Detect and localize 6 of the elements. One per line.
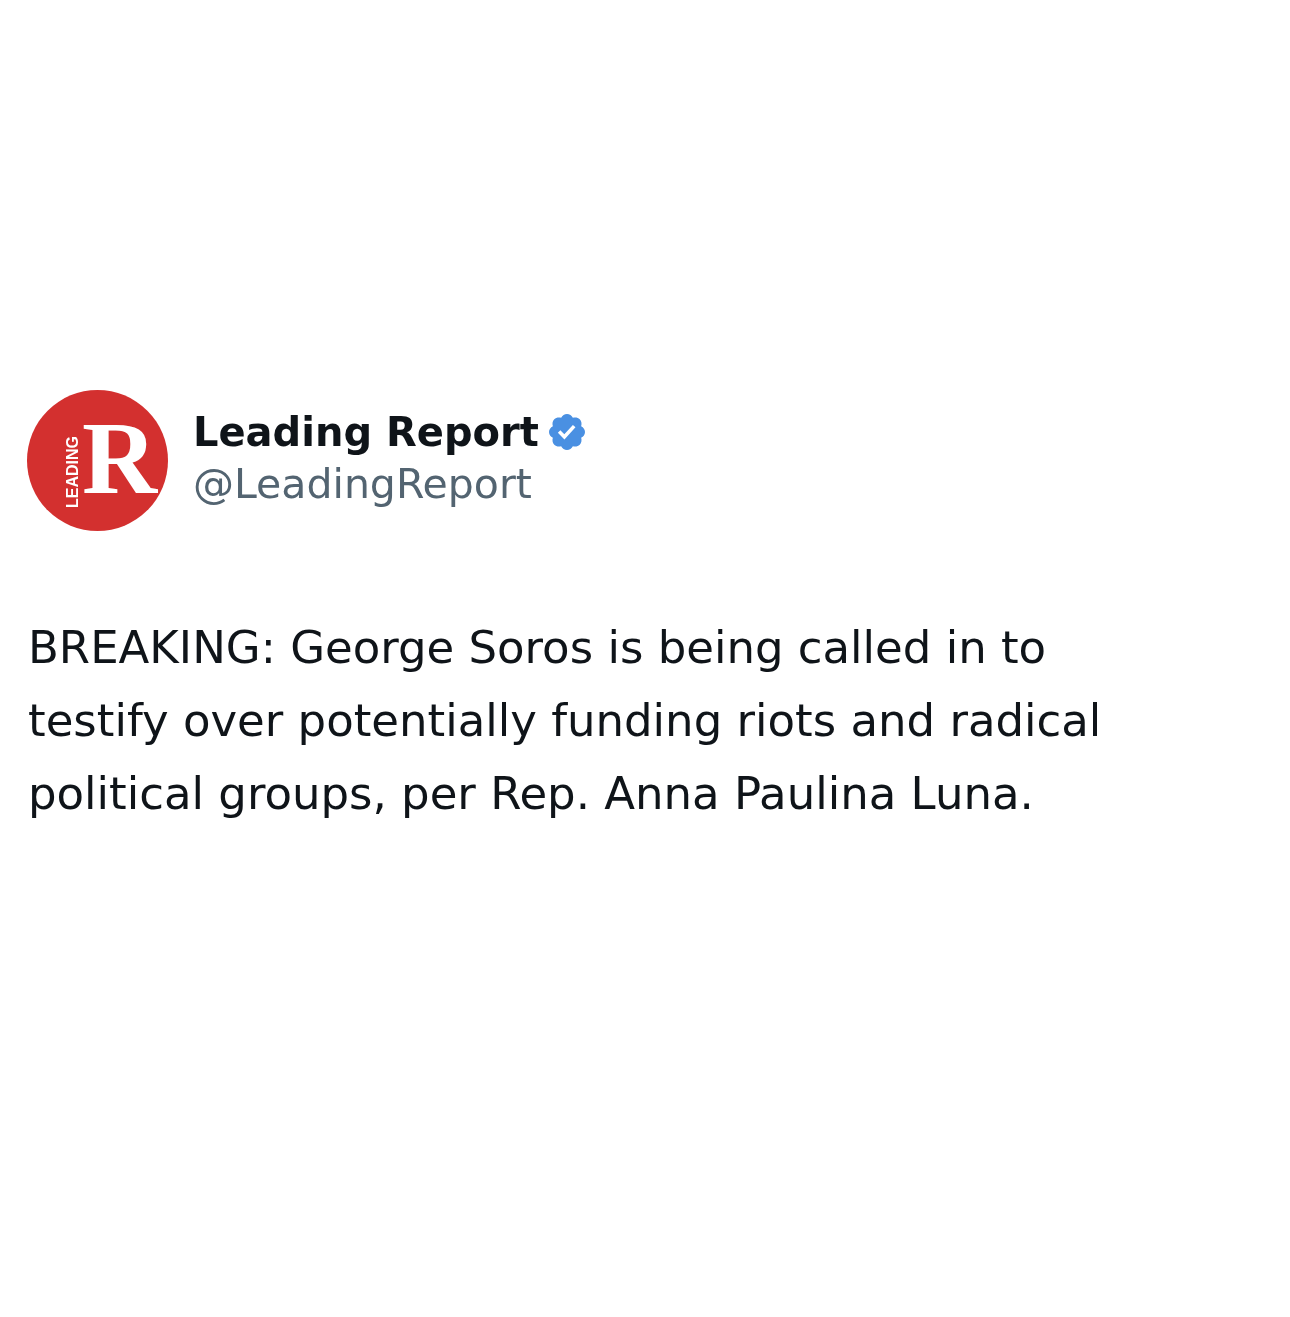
- logo-text: LEADING: [65, 436, 81, 508]
- tweet-text: BREAKING: George Soros is being called in to testify over potentially funding riots and radical political groups, per Rep. Anna Paulina Luna.: [28, 620, 1103, 822]
- avatar-logo[interactable]: LEADING R: [27, 390, 168, 531]
- author-handle[interactable]: @LeadingReport: [193, 460, 532, 509]
- author-name[interactable]: Leading Report: [193, 408, 539, 455]
- logo-letter: R: [82, 406, 158, 510]
